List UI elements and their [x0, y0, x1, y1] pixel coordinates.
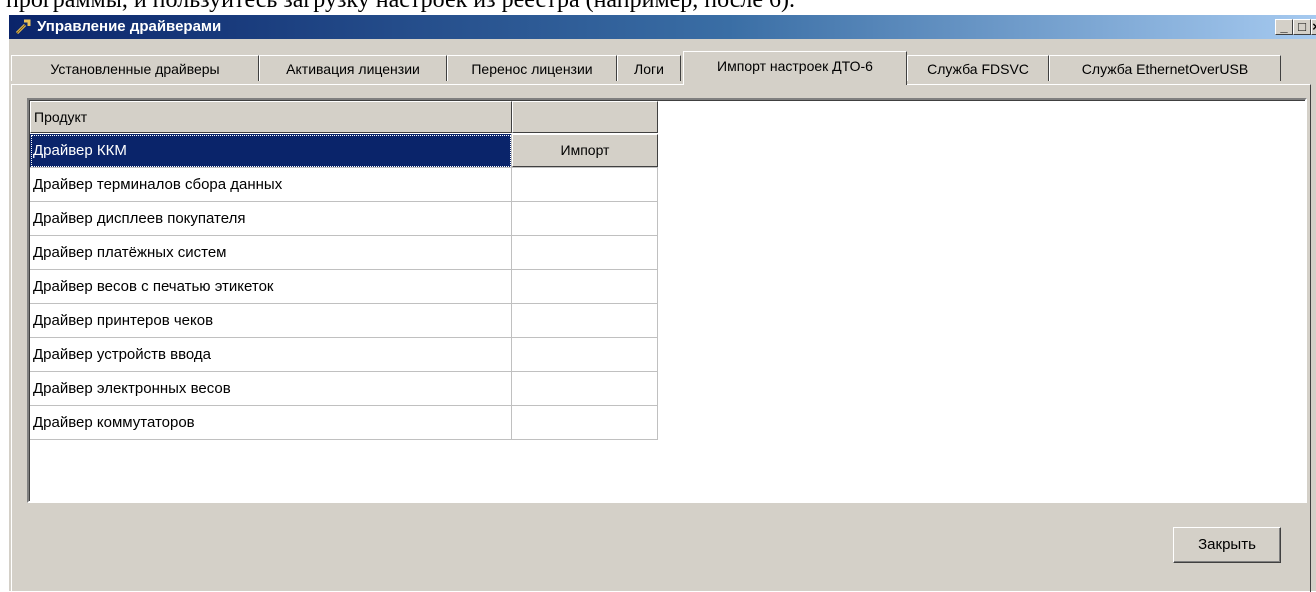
- table-row[interactable]: Драйвер терминалов сбора данных: [30, 168, 658, 202]
- action-cell[interactable]: [512, 236, 658, 270]
- tab-license-activation[interactable]: Активация лицензии: [259, 55, 447, 81]
- tab-import-dto6-settings[interactable]: Импорт настроек ДТО-6: [683, 51, 907, 85]
- action-cell[interactable]: [512, 270, 658, 304]
- product-cell[interactable]: Драйвер весов с печатью этикеток: [30, 270, 512, 304]
- column-header-action[interactable]: [512, 101, 658, 133]
- drivers-manager-window: Управление драйверами _ □ × Установленны…: [8, 14, 1316, 592]
- table-row[interactable]: Драйвер ККМ Импорт: [30, 134, 658, 168]
- table-row[interactable]: Драйвер принтеров чеков: [30, 304, 658, 338]
- action-cell[interactable]: [512, 372, 658, 406]
- title-bar[interactable]: Управление драйверами _ □ ×: [9, 15, 1316, 39]
- action-cell[interactable]: [512, 202, 658, 236]
- table-row[interactable]: Драйвер коммутаторов: [30, 406, 658, 440]
- table-row[interactable]: Драйвер весов с печатью этикеток: [30, 270, 658, 304]
- column-header-product[interactable]: Продукт: [30, 101, 512, 133]
- product-cell[interactable]: Драйвер терминалов сбора данных: [30, 168, 512, 202]
- product-cell[interactable]: Драйвер устройств ввода: [30, 338, 512, 372]
- action-cell[interactable]: [512, 406, 658, 440]
- action-cell[interactable]: [512, 168, 658, 202]
- products-grid[interactable]: Продукт Драйвер ККМ Импорт Драйвер терми…: [27, 98, 1307, 503]
- tab-strip: Установленные драйверы Активация лицензи…: [9, 51, 1316, 85]
- window-title: Управление драйверами: [37, 18, 222, 35]
- tab-installed-drivers[interactable]: Установленные драйверы: [11, 55, 259, 81]
- tab-fdsvc-service[interactable]: Служба FDSVC: [907, 55, 1049, 81]
- action-cell[interactable]: [512, 338, 658, 372]
- action-cell[interactable]: [512, 304, 658, 338]
- product-cell[interactable]: Драйвер платёжных систем: [30, 236, 512, 270]
- action-cell: Импорт: [512, 134, 658, 168]
- product-cell[interactable]: Драйвер коммутаторов: [30, 406, 512, 440]
- minimize-button[interactable]: _: [1275, 19, 1293, 35]
- document-text-fragment: программы, и пользуйтесь загрузку настро…: [6, 0, 796, 13]
- product-cell[interactable]: Драйвер электронных весов: [30, 372, 512, 406]
- wrench-icon: [14, 18, 32, 36]
- table-row[interactable]: Драйвер электронных весов: [30, 372, 658, 406]
- close-window-button[interactable]: ×: [1311, 19, 1316, 35]
- product-cell[interactable]: Драйвер дисплеев покупателя: [30, 202, 512, 236]
- tab-ethernetoverusb-service[interactable]: Служба EthernetOverUSB: [1049, 55, 1281, 81]
- table-row[interactable]: Драйвер платёжных систем: [30, 236, 658, 270]
- import-button[interactable]: Импорт: [512, 134, 658, 167]
- close-button[interactable]: Закрыть: [1173, 527, 1281, 563]
- product-cell[interactable]: Драйвер принтеров чеков: [30, 304, 512, 338]
- tab-license-transfer[interactable]: Перенос лицензии: [447, 55, 617, 81]
- table-row[interactable]: Драйвер устройств ввода: [30, 338, 658, 372]
- product-cell[interactable]: Драйвер ККМ: [30, 134, 512, 168]
- table-row[interactable]: Драйвер дисплеев покупателя: [30, 202, 658, 236]
- maximize-button[interactable]: □: [1293, 19, 1311, 35]
- tab-logs[interactable]: Логи: [617, 55, 681, 81]
